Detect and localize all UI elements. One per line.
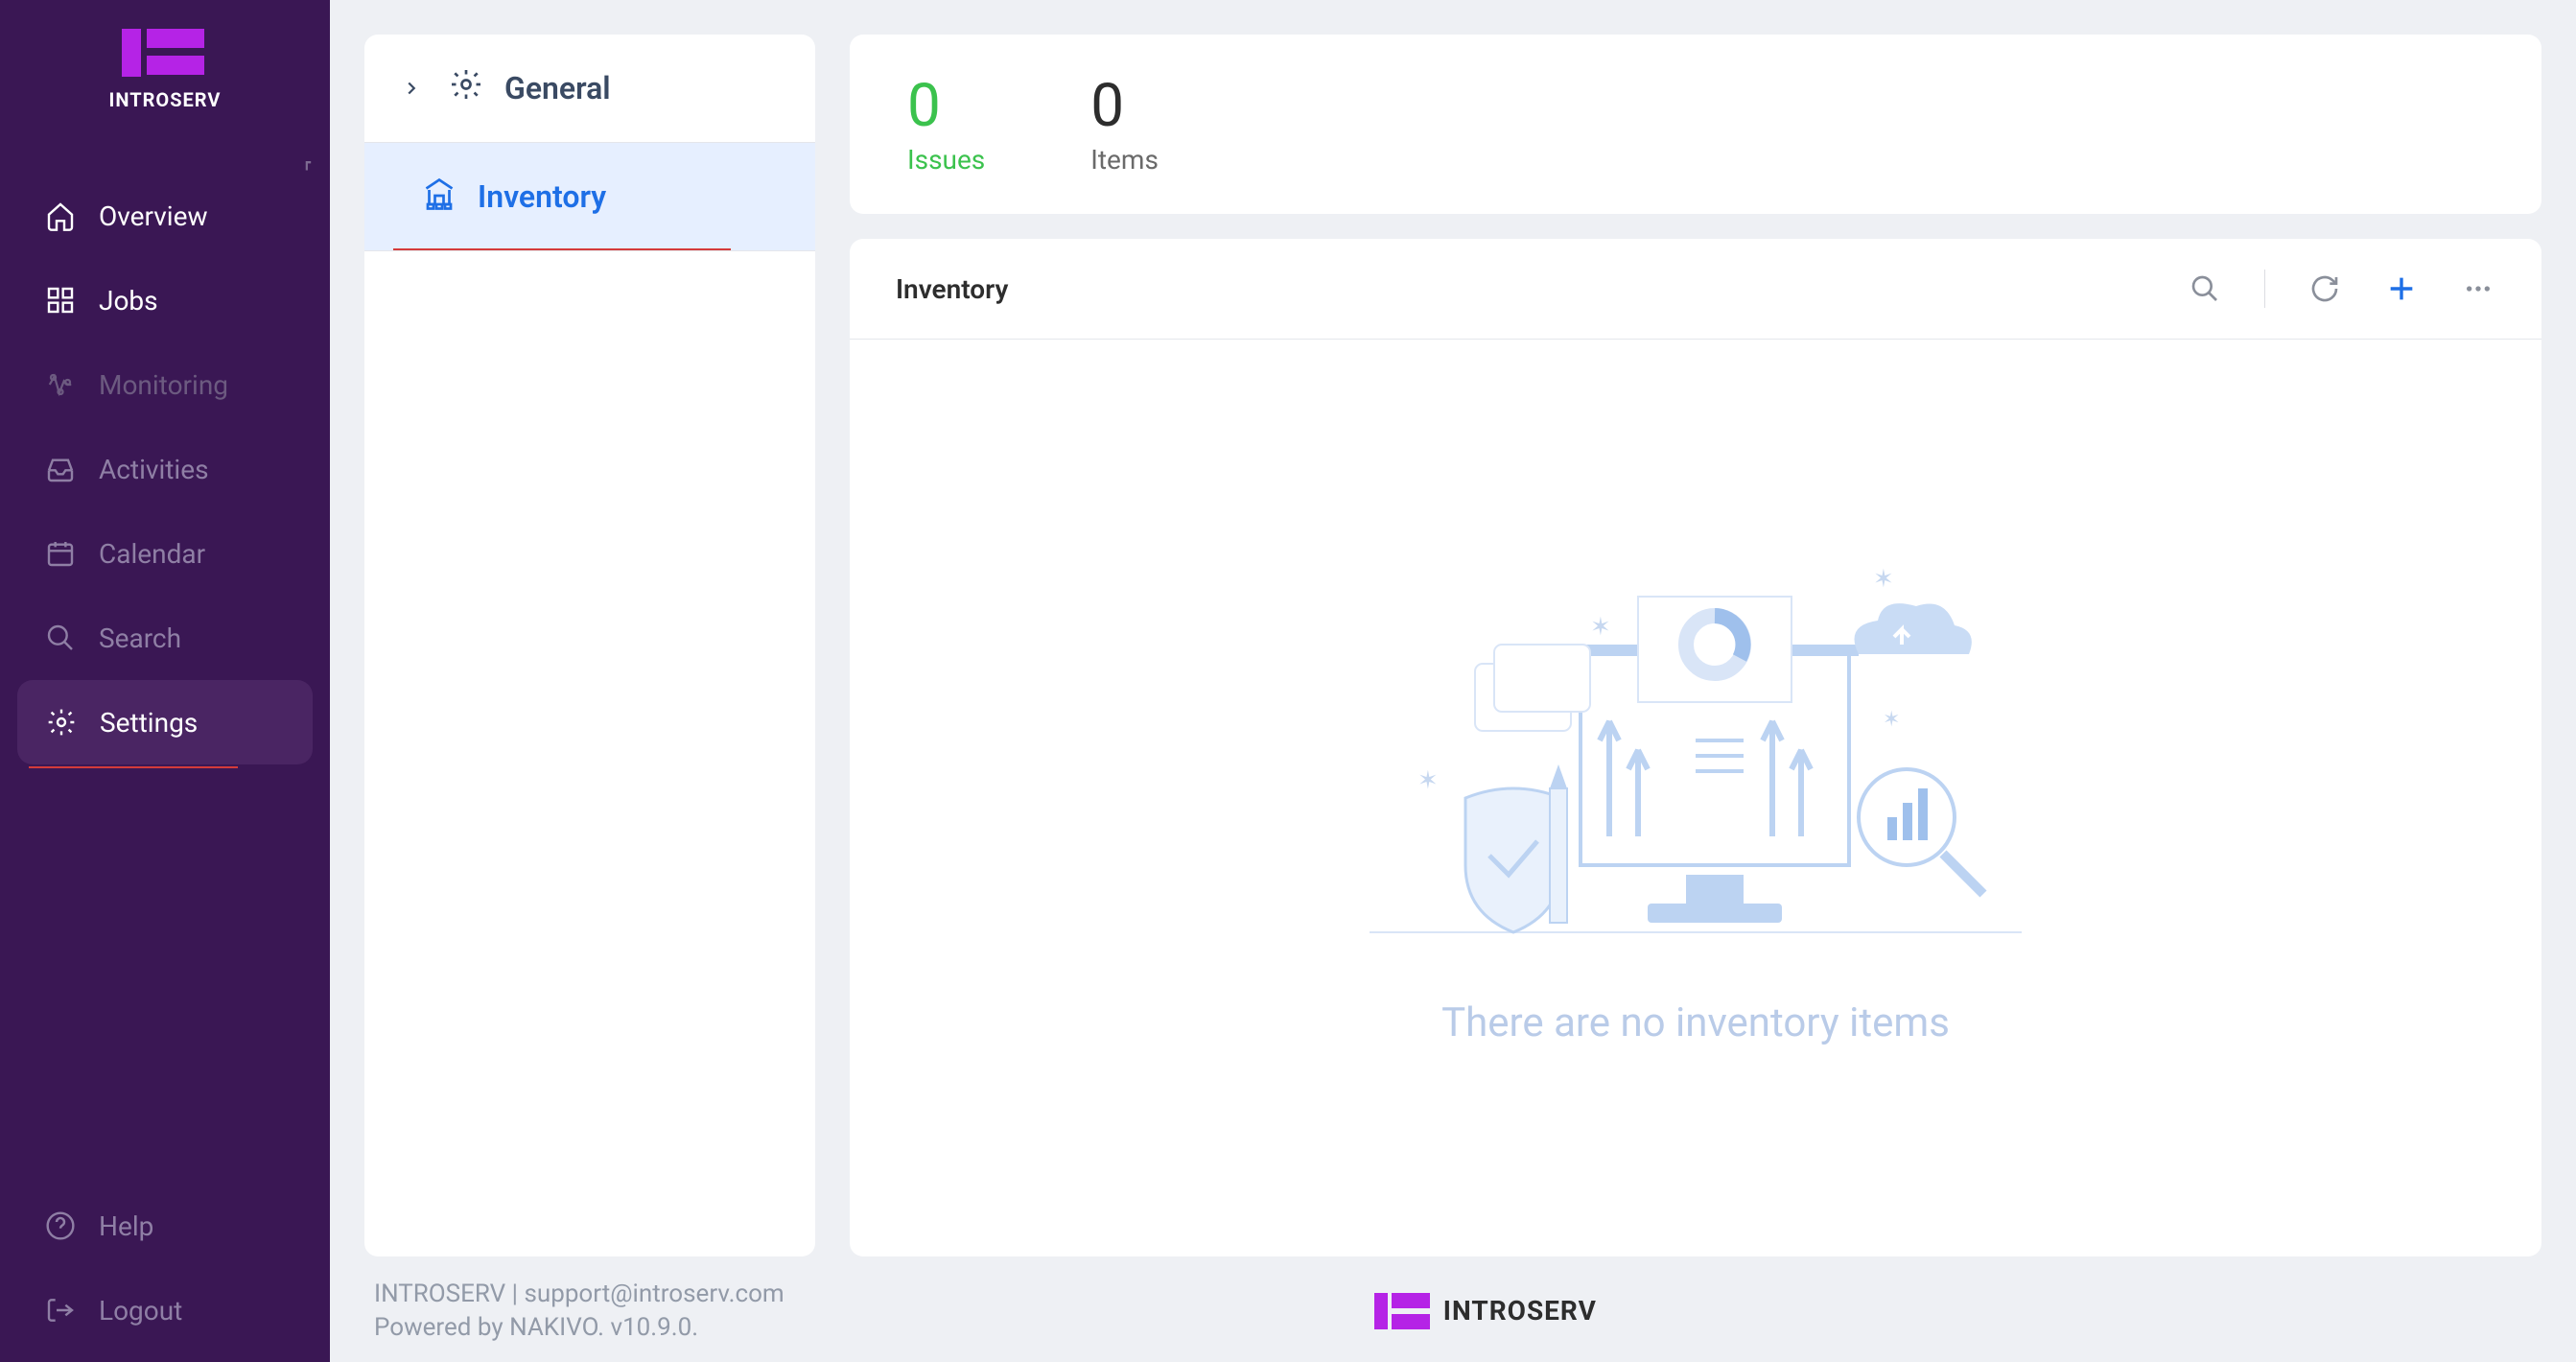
- footer-line2: Powered by NAKIVO. v10.9.0.: [374, 1311, 785, 1345]
- sidebar-item-calendar[interactable]: Calendar: [0, 511, 330, 596]
- svg-text:✶: ✶: [1417, 766, 1439, 795]
- settings-item-inventory[interactable]: Inventory: [364, 143, 815, 251]
- sidebar-item-label: Calendar: [99, 538, 205, 570]
- empty-illustration: ✶ ✶ ✶ ✶: [1350, 549, 2041, 961]
- inventory-actions: [2188, 270, 2495, 308]
- inventory-body: ✶ ✶ ✶ ✶ There are no inventory items: [850, 340, 2541, 1256]
- settings-item-label: Inventory: [478, 178, 606, 215]
- sidebar-nav: Overview Jobs Monitoring Activities Cale…: [0, 150, 330, 1362]
- sidebar-item-activities[interactable]: Activities: [0, 427, 330, 511]
- sidebar-item-label: Monitoring: [99, 369, 228, 401]
- stat-items-label: Items: [1090, 144, 1159, 176]
- activity-icon: [43, 367, 78, 402]
- stats-card: 0 Issues 0 Items: [850, 35, 2541, 214]
- brand-logo: INTROSERV: [0, 0, 330, 150]
- stat-issues-count: 0: [907, 77, 985, 136]
- gear-icon: [44, 705, 79, 740]
- settings-panel: General Inventory: [364, 35, 815, 1256]
- footer-info: INTROSERV | support@introserv.com Powere…: [374, 1278, 785, 1345]
- stat-items-count: 0: [1090, 77, 1159, 136]
- settings-item-label: General: [504, 70, 611, 106]
- svg-text:✶: ✶: [1590, 613, 1611, 642]
- stat-items: 0 Items: [1090, 77, 1159, 176]
- chevron-right-icon: [401, 70, 422, 106]
- sidebar-item-monitoring[interactable]: Monitoring: [0, 342, 330, 427]
- sidebar-item-label: Logout: [99, 1295, 182, 1327]
- sidebar-item-label: Settings: [100, 707, 198, 739]
- inventory-card: Inventory: [850, 239, 2541, 1256]
- sidebar-item-label: Jobs: [99, 285, 158, 317]
- brand-name: INTROSERV: [109, 88, 222, 111]
- add-button[interactable]: [2384, 271, 2419, 306]
- sidebar-item-search[interactable]: Search: [0, 596, 330, 680]
- sidebar-item-label: Search: [99, 622, 181, 654]
- logout-icon: [43, 1293, 78, 1327]
- inbox-icon: [43, 452, 78, 486]
- stat-issues-label: Issues: [907, 144, 985, 176]
- footer: INTROSERV | support@introserv.com Powere…: [364, 1256, 2541, 1362]
- svg-text:✶: ✶: [1883, 708, 1900, 732]
- sidebar-item-jobs[interactable]: Jobs: [0, 258, 330, 342]
- footer-brand-text: INTROSERV: [1443, 1295, 1597, 1327]
- search-icon: [43, 621, 78, 655]
- empty-state-text: There are no inventory items: [1441, 999, 1950, 1046]
- help-icon: [43, 1209, 78, 1243]
- inventory-header: Inventory: [850, 239, 2541, 340]
- footer-brand: INTROSERV: [1374, 1293, 1597, 1329]
- action-divider: [2264, 270, 2265, 308]
- svg-text:✶: ✶: [1873, 565, 1894, 594]
- sidebar-item-overview[interactable]: Overview: [0, 174, 330, 258]
- settings-item-general[interactable]: General: [364, 35, 815, 143]
- inventory-title: Inventory: [896, 273, 1008, 305]
- sidebar-item-logout[interactable]: Logout: [0, 1268, 330, 1352]
- sidebar-item-label: Overview: [99, 200, 208, 232]
- footer-line1: INTROSERV | support@introserv.com: [374, 1278, 785, 1311]
- main-content: General Inventory 0 Issues 0 Items: [330, 0, 2576, 1362]
- refresh-button[interactable]: [2307, 271, 2342, 306]
- sidebar-item-settings[interactable]: Settings: [17, 680, 313, 764]
- grid-icon: [43, 283, 78, 317]
- sidebar-collapse-icon[interactable]: ┏: [303, 155, 311, 171]
- sidebar: INTROSERV ┏ Overview Jobs Monitoring Act: [0, 0, 330, 1362]
- gear-icon: [449, 67, 483, 109]
- sidebar-item-help[interactable]: Help: [0, 1184, 330, 1268]
- inventory-section: 0 Issues 0 Items Inventory: [850, 35, 2541, 1256]
- brand-logo-icon: [122, 29, 208, 77]
- sidebar-item-label: Help: [99, 1210, 153, 1242]
- sidebar-item-label: Activities: [99, 454, 209, 485]
- brand-logo-icon: [1374, 1293, 1430, 1329]
- calendar-icon: [43, 536, 78, 571]
- inventory-icon: [422, 176, 457, 218]
- home-icon: [43, 199, 78, 233]
- search-button[interactable]: [2188, 271, 2222, 306]
- stat-issues: 0 Issues: [907, 77, 985, 176]
- more-button[interactable]: [2461, 271, 2495, 306]
